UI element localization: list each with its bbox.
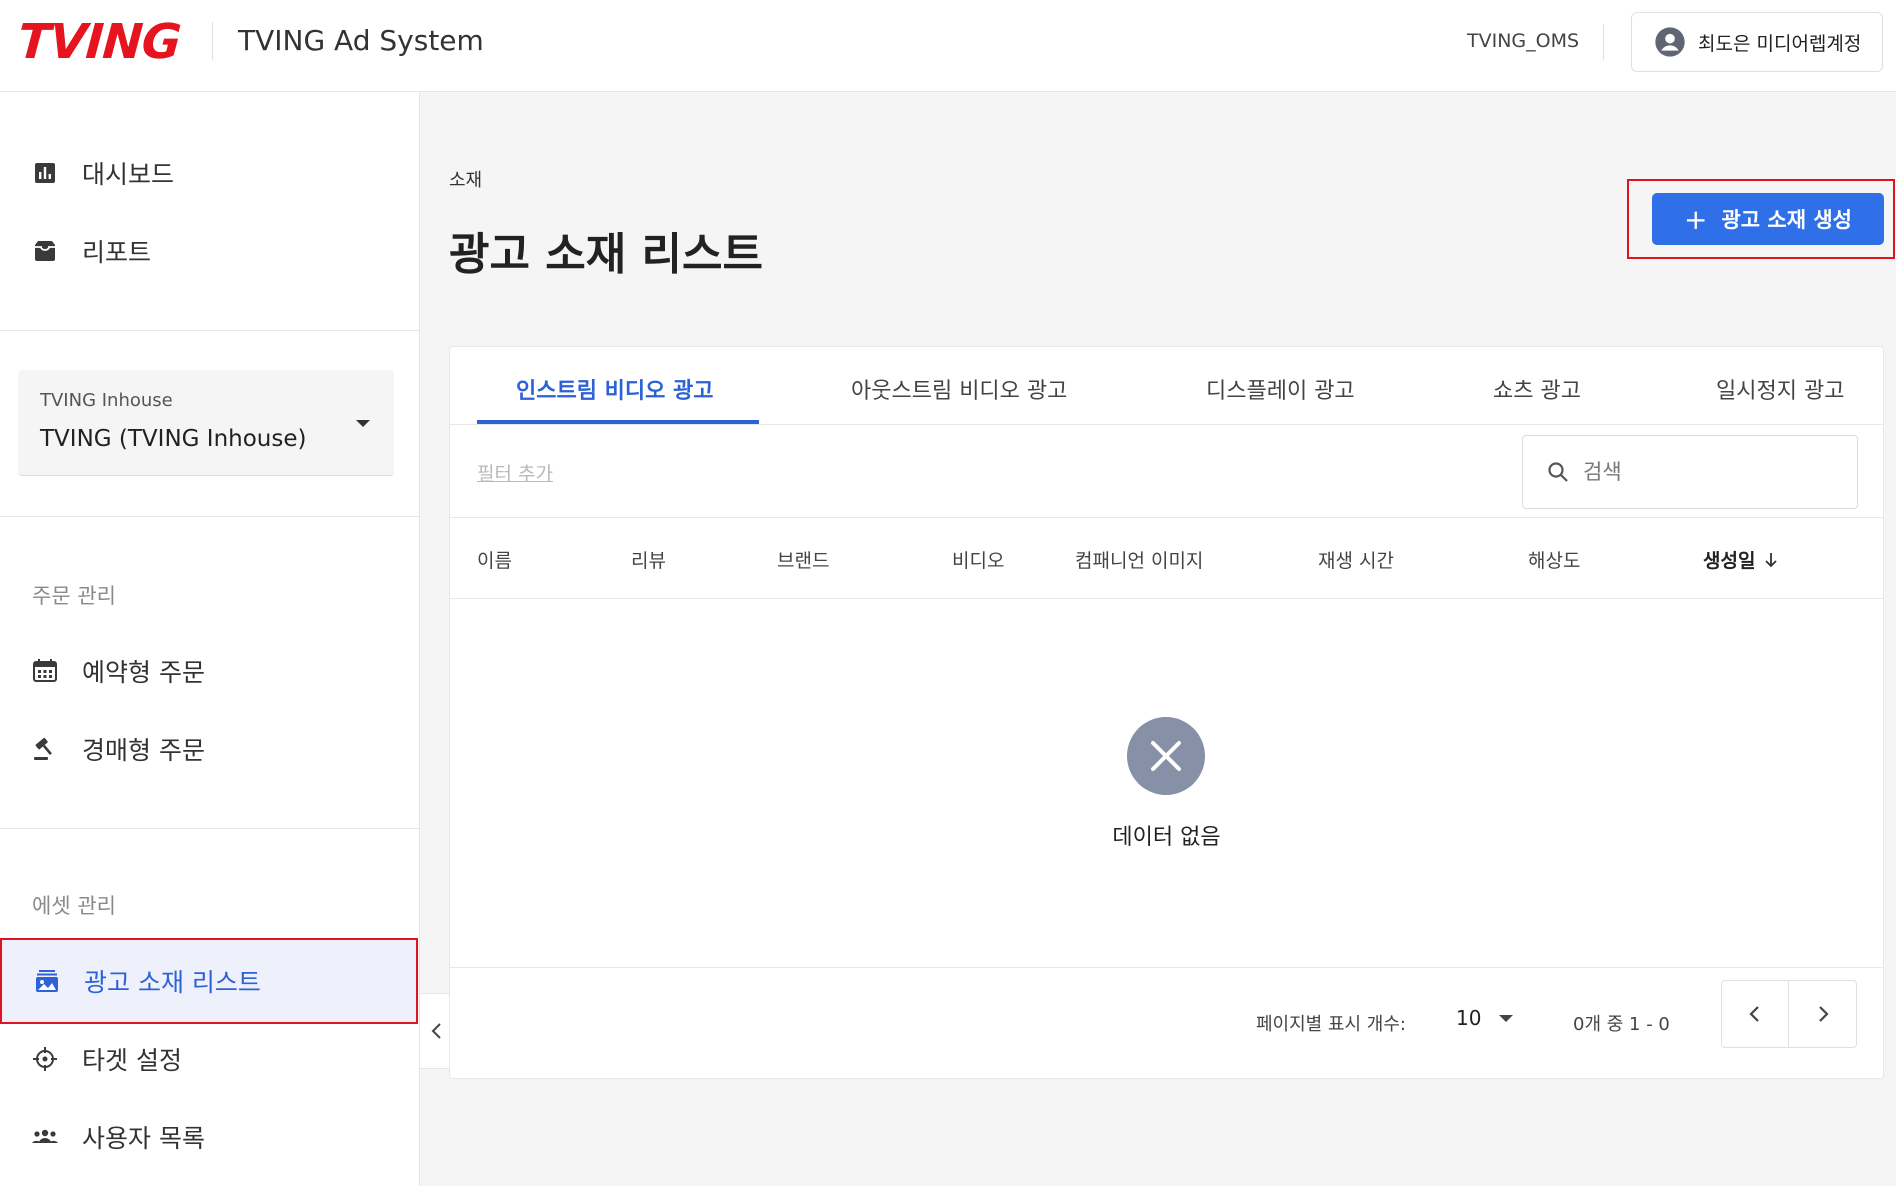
breadcrumb[interactable]: 소재 xyxy=(449,166,482,192)
sidebar-item-target-settings[interactable]: 타겟 설정 xyxy=(0,1020,418,1098)
sidebar-item-label: 광고 소재 리스트 xyxy=(84,968,261,997)
pagination-footer: 페이지별 표시 개수: 10 0개 중 1 - 0 xyxy=(450,967,1883,1079)
table-header: 이름 리뷰 브랜드 비디오 컴패니언 이미지 재생 시간 해상도 생성일 xyxy=(450,517,1883,599)
creative-list-card: 인스트림 비디오 광고 아웃스트림 비디오 광고 디스플레이 광고 쇼츠 광고 … xyxy=(449,346,1884,1079)
plus-icon: + xyxy=(1683,202,1708,236)
column-header-review[interactable]: 리뷰 xyxy=(631,546,666,573)
org-select-value: TVING (TVING Inhouse) xyxy=(40,426,307,452)
section-label-orders: 주문 관리 xyxy=(32,584,116,608)
no-data-icon xyxy=(1127,717,1205,795)
tenant-label: TVING_OMS xyxy=(1467,30,1580,52)
account-button[interactable]: 최도은 미디어렙계정 xyxy=(1631,12,1883,72)
sidebar-item-label: 리포트 xyxy=(82,238,152,267)
header-divider xyxy=(1603,24,1604,60)
create-ad-creative-button[interactable]: + 광고 소재 생성 xyxy=(1652,193,1884,245)
search-icon xyxy=(1548,462,1568,482)
org-select[interactable]: TVING Inhouse TVING (TVING Inhouse) xyxy=(18,370,394,476)
bar-chart-icon xyxy=(30,158,60,188)
sidebar-item-user-list[interactable]: 사용자 목록 xyxy=(0,1098,418,1176)
next-page-button[interactable] xyxy=(1789,981,1856,1047)
crosshair-icon xyxy=(30,1044,60,1074)
rows-per-page-select[interactable]: 10 xyxy=(1456,1006,1514,1030)
previous-page-button[interactable] xyxy=(1722,981,1789,1047)
create-button-label: 광고 소재 생성 xyxy=(1721,208,1852,232)
org-select-label: TVING Inhouse xyxy=(40,390,173,411)
pagination-range: 0개 중 1 - 0 xyxy=(1573,1014,1670,1035)
sidebar-item-auction-order[interactable]: 경매형 주문 xyxy=(0,710,418,788)
account-circle-icon xyxy=(1655,27,1685,57)
account-name: 최도은 미디어렙계정 xyxy=(1698,32,1862,55)
tving-logo[interactable]: TVING xyxy=(16,14,182,70)
column-header-name[interactable]: 이름 xyxy=(477,546,512,573)
tab-display[interactable]: 디스플레이 광고 xyxy=(1206,373,1355,405)
tab-shorts[interactable]: 쇼츠 광고 xyxy=(1493,373,1581,405)
sidebar-divider xyxy=(0,828,420,829)
inbox-icon xyxy=(30,236,60,266)
sidebar-item-dashboard[interactable]: 대시보드 xyxy=(0,134,418,212)
app-title: TVING Ad System xyxy=(238,24,484,57)
header-divider xyxy=(212,22,213,60)
column-header-resolution[interactable]: 해상도 xyxy=(1528,546,1580,573)
image-stack-icon xyxy=(32,966,62,996)
column-header-duration[interactable]: 재생 시간 xyxy=(1318,546,1394,573)
calendar-icon xyxy=(30,656,60,686)
top-header: TVING TVING Ad System TVING_OMS 최도은 미디어렙… xyxy=(0,0,1896,92)
column-header-created-date[interactable]: 생성일 xyxy=(1703,546,1779,573)
caret-down-icon xyxy=(356,420,370,427)
search-input[interactable] xyxy=(1583,460,1833,484)
chevron-left-icon xyxy=(1749,1006,1759,1022)
empty-state: 데이터 없음 xyxy=(450,599,1883,967)
rows-per-page-label: 페이지별 표시 개수: xyxy=(1256,1014,1406,1035)
tab-pause[interactable]: 일시정지 광고 xyxy=(1716,373,1844,405)
arrow-down-icon xyxy=(1765,552,1778,567)
active-tab-indicator xyxy=(477,420,759,424)
sidebar-divider xyxy=(0,516,420,517)
empty-state-text: 데이터 없음 xyxy=(1112,825,1221,850)
sidebar-item-ad-creative-list[interactable]: 광고 소재 리스트 xyxy=(0,938,418,1024)
sidebar-item-report[interactable]: 리포트 xyxy=(0,212,418,290)
gavel-icon xyxy=(30,734,60,764)
caret-down-icon xyxy=(1499,1014,1514,1022)
sidebar-item-label: 사용자 목록 xyxy=(82,1124,205,1153)
pager xyxy=(1721,980,1857,1048)
section-label-assets: 에셋 관리 xyxy=(32,894,116,918)
sidebar-item-reserved-order[interactable]: 예약형 주문 xyxy=(0,632,418,710)
add-filter-link[interactable]: 필터 추가 xyxy=(477,459,553,486)
sidebar-item-label: 경매형 주문 xyxy=(82,736,205,765)
sidebar-item-label: 예약형 주문 xyxy=(82,658,205,687)
tab-bar: 인스트림 비디오 광고 아웃스트림 비디오 광고 디스플레이 광고 쇼츠 광고 … xyxy=(450,347,1883,425)
page-title: 광고 소재 리스트 xyxy=(449,229,763,280)
tab-instream-video[interactable]: 인스트림 비디오 광고 xyxy=(516,373,713,405)
sidebar-item-label: 대시보드 xyxy=(82,160,175,189)
column-header-label: 생성일 xyxy=(1703,550,1756,572)
sidebar: 대시보드 리포트 TVING Inhouse TVING (TVING Inho… xyxy=(0,92,420,1186)
group-icon xyxy=(30,1122,60,1152)
rows-per-page-value: 10 xyxy=(1456,1006,1482,1030)
column-header-brand[interactable]: 브랜드 xyxy=(777,546,829,573)
chevron-left-icon xyxy=(431,1023,441,1039)
column-header-video[interactable]: 비디오 xyxy=(952,546,1004,573)
column-header-companion-image[interactable]: 컴패니언 이미지 xyxy=(1075,546,1203,573)
sidebar-item-label: 타겟 설정 xyxy=(82,1046,182,1075)
sidebar-divider xyxy=(0,330,420,331)
search-box[interactable] xyxy=(1522,435,1858,509)
chevron-right-icon xyxy=(1818,1006,1829,1022)
tab-outstream-video[interactable]: 아웃스트림 비디오 광고 xyxy=(851,373,1067,405)
